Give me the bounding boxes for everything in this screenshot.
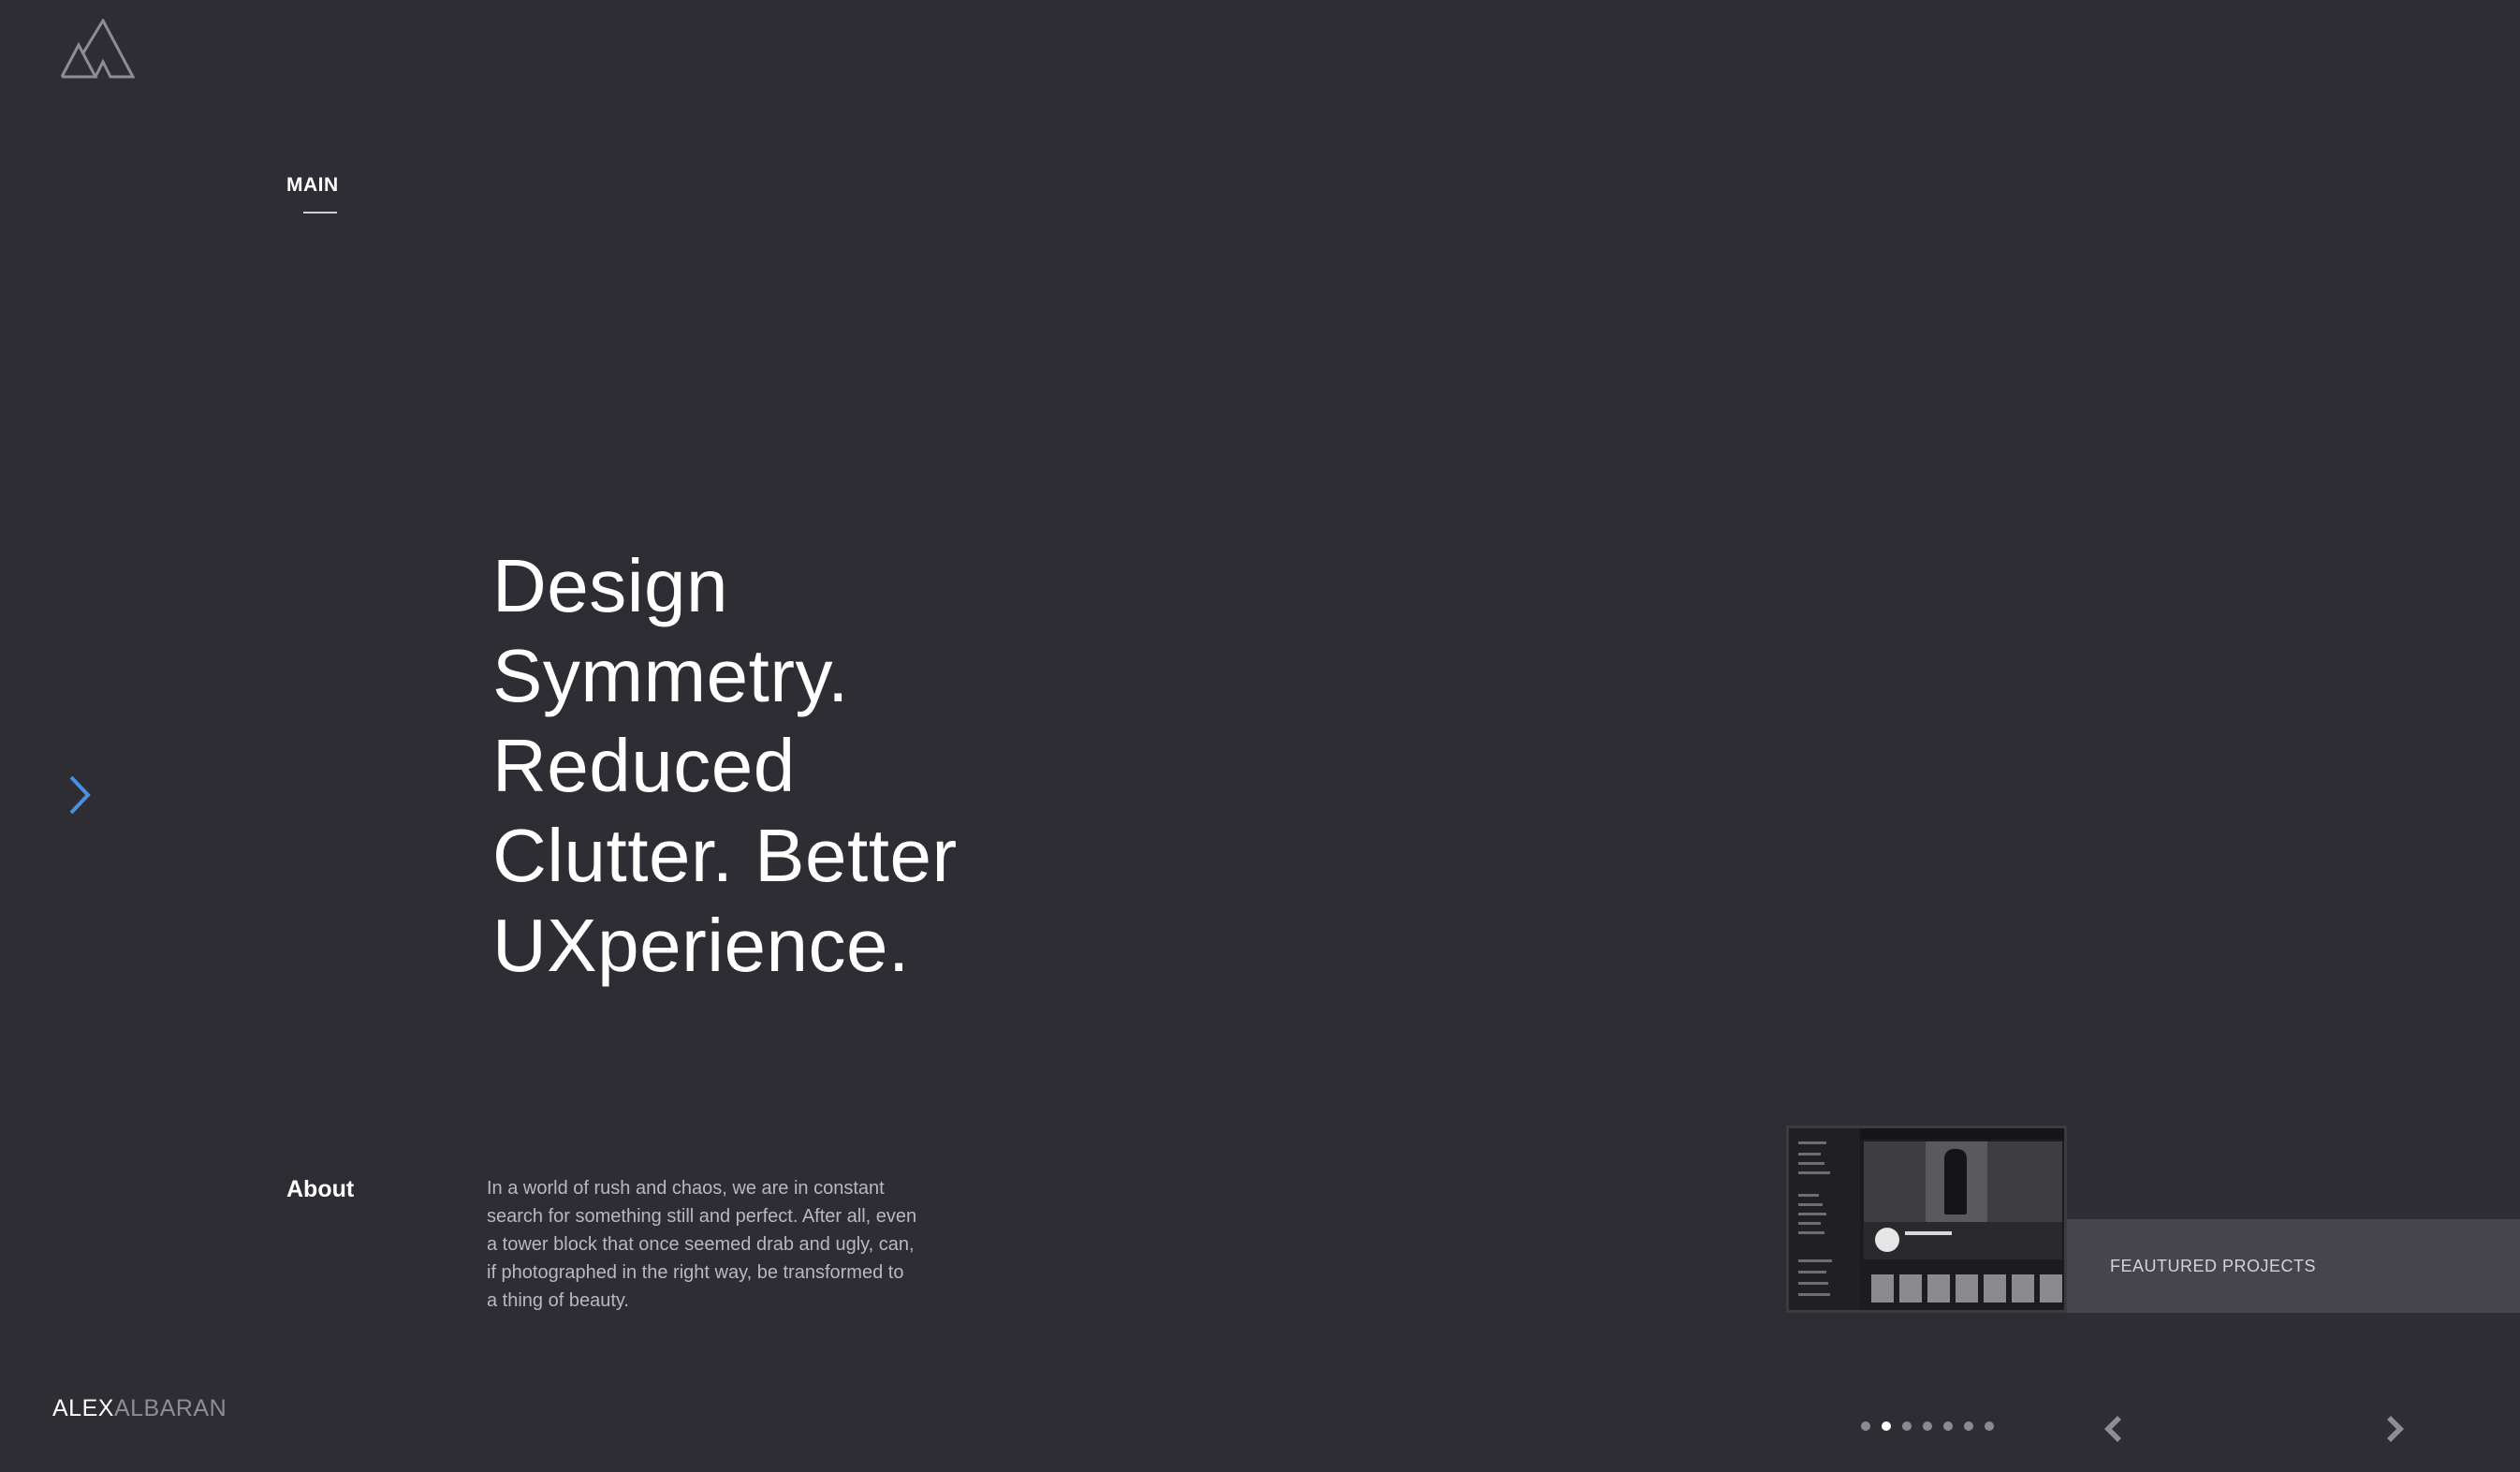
- chevron-right-icon[interactable]: [2385, 1414, 2408, 1444]
- thumb-line: [1798, 1259, 1832, 1262]
- chevron-right-icon[interactable]: [66, 773, 94, 817]
- thumb-name-line: [1905, 1231, 1952, 1235]
- slide-pagination: [1861, 1421, 1994, 1431]
- pagination-dot[interactable]: [1882, 1421, 1891, 1431]
- thumb-line: [1798, 1282, 1828, 1285]
- brand-first: ALEX: [52, 1395, 114, 1421]
- thumb-line: [1798, 1153, 1821, 1156]
- pagination-dot[interactable]: [1985, 1421, 1994, 1431]
- pagination-dot[interactable]: [1943, 1421, 1953, 1431]
- hero-line: Symmetry.: [492, 634, 849, 717]
- pagination-dot[interactable]: [1902, 1421, 1912, 1431]
- hero-headline: Design Symmetry. Reduced Clutter. Better…: [492, 541, 1073, 991]
- pagination-dot[interactable]: [1964, 1421, 1973, 1431]
- thumb-line: [1798, 1194, 1819, 1197]
- thumb-person: [1944, 1149, 1967, 1214]
- thumb-line: [1798, 1171, 1830, 1174]
- thumb-line: [1798, 1271, 1826, 1273]
- thumb-tile: [1956, 1274, 1978, 1303]
- hero-line: Reduced: [492, 724, 796, 807]
- thumb-line: [1798, 1293, 1830, 1296]
- thumb-line: [1798, 1222, 1821, 1225]
- thumb-line: [1798, 1162, 1824, 1165]
- thumb-avatar: [1875, 1228, 1899, 1252]
- thumb-tile: [1927, 1274, 1950, 1303]
- home-page: MAIN Design Symmetry. Reduced Clutter. B…: [0, 0, 2520, 1472]
- hero-line: Clutter. Better: [492, 814, 958, 897]
- featured-projects-label: FEAUTURED PROJECTS: [2110, 1257, 2317, 1275]
- hero-line: Design: [492, 544, 729, 627]
- hero-line: UXperience.: [492, 904, 910, 987]
- about-heading: About: [286, 1176, 355, 1202]
- brand-wordmark[interactable]: ALEXALBARAN: [52, 1395, 227, 1422]
- thumb-line: [1798, 1213, 1826, 1215]
- thumb-line: [1798, 1231, 1824, 1234]
- thumb-tile: [2012, 1274, 2034, 1303]
- thumb-tile: [1871, 1274, 1894, 1303]
- nav-main-link[interactable]: MAIN: [286, 174, 339, 197]
- brand-last: ALBARAN: [113, 1395, 227, 1421]
- pagination-dot[interactable]: [1923, 1421, 1932, 1431]
- thumb-tile: [1984, 1274, 2006, 1303]
- chevron-left-icon[interactable]: [2101, 1414, 2123, 1444]
- thumb-line: [1798, 1141, 1826, 1144]
- about-text: In a world of rush and chaos, we are in …: [487, 1178, 917, 1311]
- mountain-logo-icon[interactable]: [60, 19, 137, 81]
- thumb-line: [1798, 1203, 1823, 1206]
- thumb-topbar: [1860, 1128, 2064, 1140]
- featured-project-thumbnail[interactable]: [1786, 1126, 2067, 1313]
- featured-projects-bar[interactable]: FEAUTURED PROJECTS: [2063, 1219, 2520, 1313]
- nav-active-underline: [303, 212, 337, 213]
- pagination-dot[interactable]: [1861, 1421, 1870, 1431]
- thumb-tile: [1899, 1274, 1922, 1303]
- thumb-tile: [2040, 1274, 2062, 1303]
